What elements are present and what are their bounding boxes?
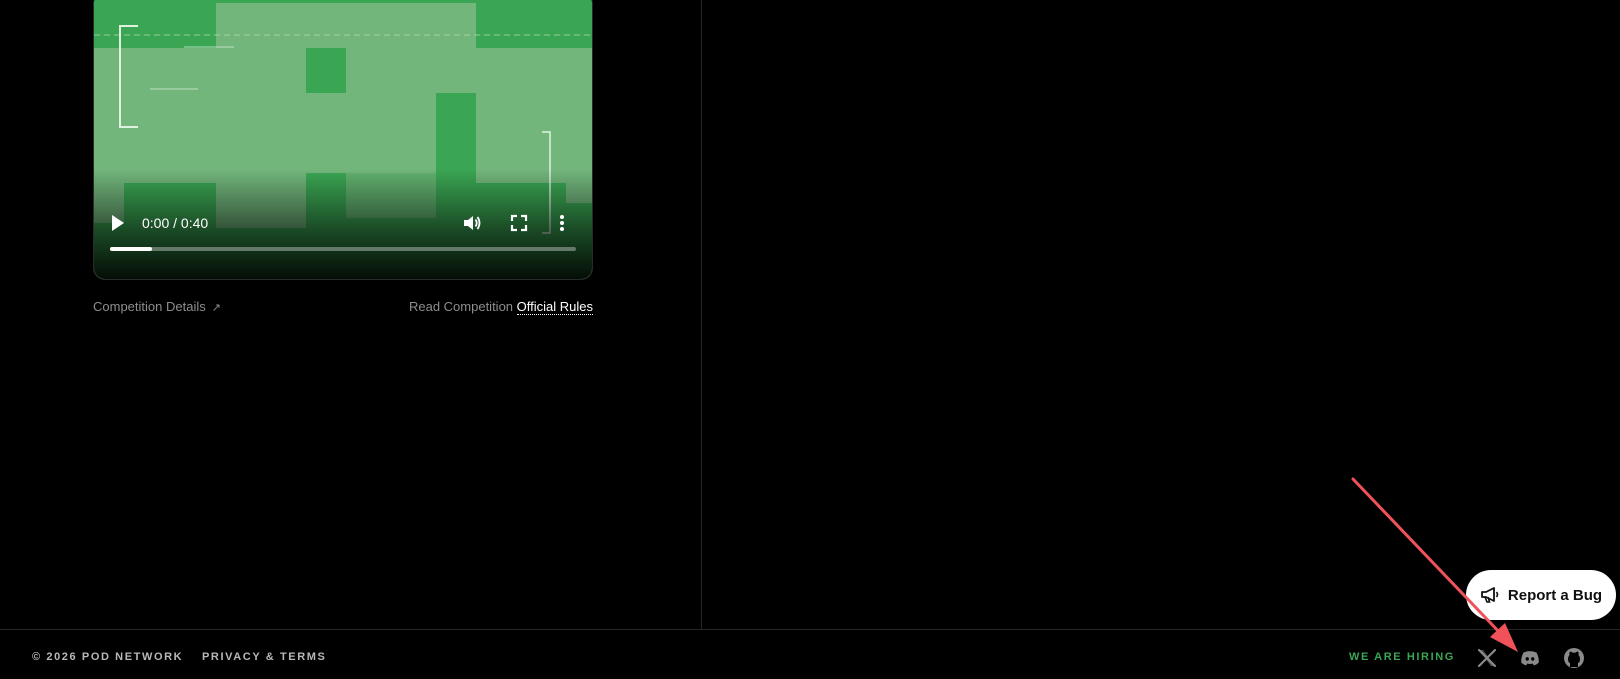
competition-details-link[interactable]: Competition Details ↗ <box>93 299 221 314</box>
github-icon[interactable] <box>1563 647 1585 669</box>
footer-divider <box>0 629 1620 630</box>
report-bug-button[interactable]: Report a Bug <box>1466 570 1616 620</box>
privacy-terms-link[interactable]: PRIVACY & TERMS <box>202 651 326 663</box>
official-rules-line: Read Competition Official Rules <box>408 299 593 315</box>
x-icon[interactable] <box>1476 647 1498 669</box>
page: 0:00 / 0:40 Competition Details ↗ Read Co… <box>0 0 1620 679</box>
copyright-text: © 2026 POD NETWORK <box>32 651 184 663</box>
fullscreen-icon[interactable] <box>510 214 528 232</box>
we-are-hiring-link[interactable]: WE ARE HIRING <box>1349 651 1455 663</box>
official-rules-link[interactable]: Official Rules <box>516 299 593 315</box>
column-divider <box>701 0 702 629</box>
video-time: 0:00 / 0:40 <box>142 215 209 231</box>
megaphone-icon <box>1481 587 1499 603</box>
video-progress-bar[interactable] <box>110 247 576 251</box>
video-progress-fill <box>110 247 152 251</box>
volume-icon[interactable] <box>462 213 482 233</box>
video-player[interactable]: 0:00 / 0:40 <box>93 0 593 280</box>
more-options-icon[interactable] <box>558 213 566 233</box>
report-bug-label: Report a Bug <box>1507 586 1603 604</box>
read-competition-label: Read Competition <box>408 299 514 314</box>
play-icon[interactable] <box>110 213 126 233</box>
competition-details-label: Competition Details <box>93 299 206 314</box>
external-arrow-icon: ↗ <box>211 302 221 314</box>
discord-icon[interactable] <box>1519 647 1541 669</box>
